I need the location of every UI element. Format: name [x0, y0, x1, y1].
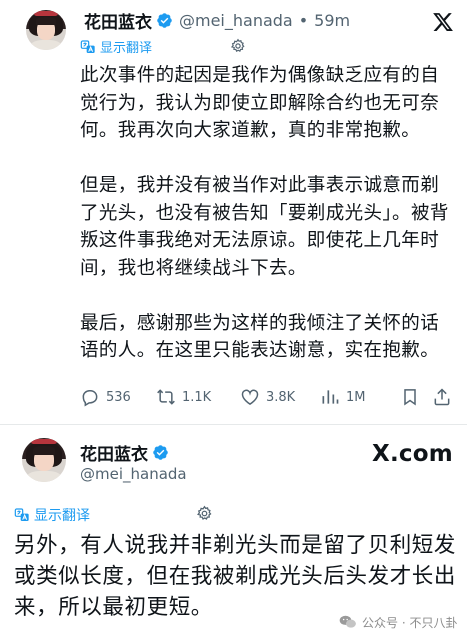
- separator-dot: •: [298, 11, 309, 30]
- display-name[interactable]: 花田蓝衣: [84, 8, 152, 33]
- share-button[interactable]: [432, 387, 458, 407]
- avatar[interactable]: [26, 10, 66, 50]
- paragraph: 但是，我并没有被当作对此事表示诚意而剃了光头，也没有被告知「要剃成光头」。被背叛…: [80, 175, 449, 279]
- x-com-brand: X.com: [372, 441, 453, 467]
- brand-x: X: [372, 441, 390, 467]
- show-translation-label[interactable]: 显示翻译: [34, 505, 90, 525]
- author-row: 花田蓝衣: [80, 440, 169, 465]
- like-icon: [241, 389, 259, 405]
- verified-badge-icon: [153, 445, 168, 460]
- x-logo-icon[interactable]: [432, 11, 454, 33]
- handle[interactable]: @mei_hanada: [179, 11, 293, 30]
- bookmark-icon: [404, 389, 416, 406]
- reply-button[interactable]: 536: [80, 387, 131, 407]
- post-text: 另外，有人说我并非剃光头而是留了贝利短发或类似长度，但在我被剃成光头后头发才长出…: [14, 533, 457, 620]
- reply-count: 536: [106, 389, 131, 405]
- handle[interactable]: @mei_hanada: [80, 465, 187, 483]
- repost-icon: [157, 389, 175, 405]
- views-icon: [322, 390, 339, 404]
- show-translation-link[interactable]: 显示翻译: [14, 505, 90, 525]
- share-icon: [434, 388, 450, 406]
- action-bar: 536 1.1K 3.8K 1M: [80, 386, 452, 408]
- timestamp[interactable]: 59m: [314, 11, 350, 30]
- brand-com: .com: [389, 441, 453, 467]
- repost-button[interactable]: 1.1K: [156, 387, 211, 407]
- like-button[interactable]: 3.8K: [240, 387, 295, 407]
- gear-icon[interactable]: [196, 505, 213, 522]
- show-translation-label[interactable]: 显示翻译: [100, 37, 152, 56]
- wechat-icon: [339, 615, 356, 628]
- bookmark-button[interactable]: [400, 387, 426, 407]
- watermark-text: 公众号 · 不只八卦: [362, 615, 458, 630]
- avatar[interactable]: [22, 438, 66, 482]
- divider: [0, 424, 467, 425]
- verified-badge-icon: [157, 13, 172, 28]
- paragraph: 最后，感谢那些为这样的我倾注了关怀的话语的人。在这里只能表达谢意，实在抱歉。: [80, 312, 440, 362]
- gear-icon[interactable]: [230, 38, 246, 54]
- author-row: 花田蓝衣 @mei_hanada • 59m: [84, 8, 350, 33]
- translate-icon: [14, 508, 29, 521]
- translate-icon: [80, 39, 95, 53]
- display-name[interactable]: 花田蓝衣: [80, 440, 148, 465]
- repost-count: 1.1K: [182, 389, 212, 405]
- watermark: 公众号 · 不只八卦: [338, 612, 457, 632]
- post-text: 此次事件的起因是我作为偶像缺乏应有的自觉行为，我认为即使立即解除合约也无可奈何。…: [80, 62, 452, 365]
- paragraph: 此次事件的起因是我作为偶像缺乏应有的自觉行为，我认为即使立即解除合约也无可奈何。…: [80, 65, 440, 141]
- like-count: 3.8K: [266, 389, 296, 405]
- views-count: 1M: [346, 389, 366, 405]
- reply-icon: [82, 390, 98, 407]
- views-button[interactable]: 1M: [320, 387, 366, 407]
- post-1: 花田蓝衣 @mei_hanada • 59m 显示翻译 此次事件的起因是我作为偶…: [0, 0, 467, 425]
- show-translation-link[interactable]: 显示翻译: [80, 37, 152, 56]
